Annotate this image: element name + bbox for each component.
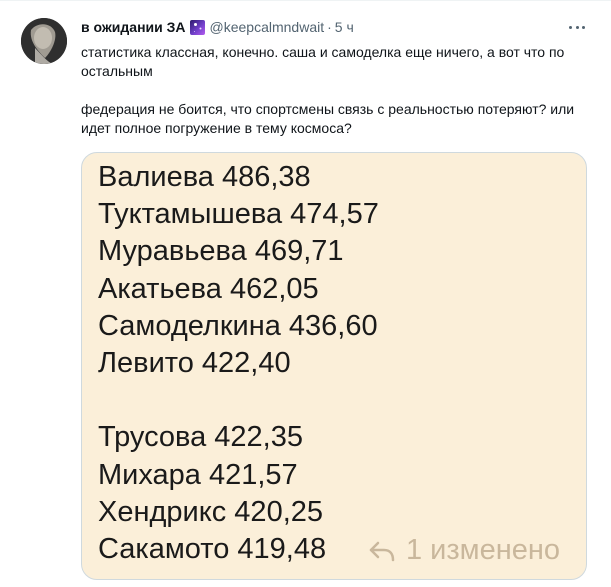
tweet-text: статистика классная, конечно. саша и сам… (81, 43, 591, 138)
score-line: Туктамышева 474,57 (98, 198, 379, 231)
edited-label: 1 изменено (406, 534, 561, 566)
tweet-text-paragraph: статистика классная, конечно. саша и сам… (81, 44, 565, 79)
tweet[interactable]: в ожидании ЗА @keepcalmndwait · 5 ч стат… (0, 0, 611, 587)
score-line: Левито 422,40 (98, 347, 291, 380)
tweet-image[interactable]: Валиева 486,38 Туктамышева 474,57 Муравь… (81, 152, 587, 580)
score-line: Самоделкина 436,60 (98, 309, 378, 342)
reply-arrow-icon (369, 541, 395, 561)
edited-indicator: 1 изменено (368, 534, 560, 567)
display-name[interactable]: в ожидании ЗА (81, 19, 186, 35)
score-line: Трусова 422,35 (98, 421, 303, 454)
avatar[interactable] (21, 18, 67, 64)
timestamp[interactable]: 5 ч (335, 19, 354, 35)
avatar-image (21, 18, 67, 64)
score-line: Михара 421,57 (98, 458, 298, 491)
tweet-text-paragraph: федерация не боится, что спортсмены связ… (81, 101, 575, 136)
galaxy-emoji-icon (189, 19, 205, 35)
more-dots-icon[interactable] (566, 18, 588, 36)
separator-dot: · (327, 19, 332, 35)
user-handle[interactable]: @keepcalmndwait (210, 19, 325, 35)
divider (0, 0, 611, 1)
score-line: Хендрикс 420,25 (98, 495, 324, 528)
score-list: Валиева 486,38 Туктамышева 474,57 Муравь… (98, 159, 578, 568)
score-line: Акатьева 462,05 (98, 272, 319, 305)
score-line: Валиева 486,38 (98, 161, 311, 193)
tweet-header: в ожидании ЗА @keepcalmndwait · 5 ч (81, 17, 354, 37)
score-line: Муравьева 469,71 (98, 235, 344, 268)
